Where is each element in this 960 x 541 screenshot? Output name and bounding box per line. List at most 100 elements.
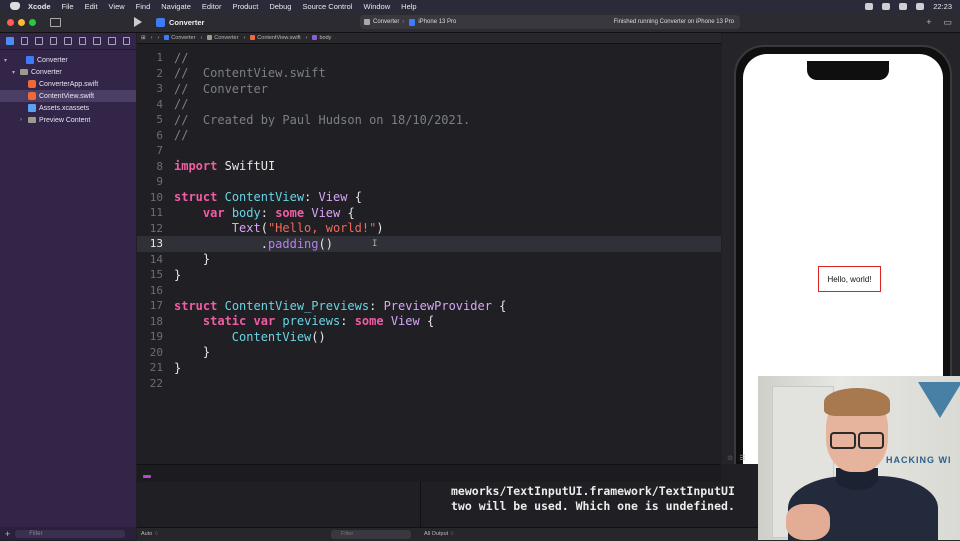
tree-item-assets[interactable]: Assets.xcassets [0,102,136,114]
report-tab-icon[interactable] [122,37,131,45]
scheme-name[interactable]: Converter [373,19,399,25]
code-line[interactable]: 20 } [137,345,721,361]
menu-help[interactable]: Help [401,2,416,11]
source-control-tab-icon[interactable] [20,37,29,45]
code-text[interactable]: var body: some View { [174,206,355,220]
run-button[interactable] [134,17,142,27]
breadcrumb-group[interactable]: Converter [207,35,238,41]
code-line[interactable]: 10 struct ContentView: View { [137,190,721,206]
apple-logo-icon[interactable] [10,2,20,10]
symbol-tab-icon[interactable] [35,37,43,45]
code-line[interactable]: 15} [137,267,721,283]
scheme-selector[interactable]: Converter › iPhone 13 Pro Finished runni… [360,15,740,29]
output-selector[interactable]: All Output ♢ [424,531,455,537]
menu-product[interactable]: Product [232,2,258,11]
code-text[interactable]: // [174,128,188,142]
code-line[interactable]: 4 // [137,97,721,113]
menu-view[interactable]: View [109,2,125,11]
add-file-icon[interactable]: + [5,529,10,539]
tree-item-group[interactable]: ▾ Converter [0,66,136,78]
control-center-icon[interactable] [899,2,908,10]
code-text[interactable]: struct ContentView: View { [174,190,362,204]
code-line[interactable]: 16 [137,283,721,299]
chevron-down-icon[interactable]: ▾ [12,69,20,76]
code-line[interactable]: 12 Text("Hello, world!") [137,221,721,237]
search-tab-icon[interactable] [49,37,58,45]
tree-item-preview-content[interactable]: › Preview Content [0,114,136,126]
moon-icon[interactable] [882,2,891,10]
code-text[interactable]: // Converter [174,82,268,96]
grid-icon[interactable]: ⊞ [141,35,146,41]
forward-icon[interactable]: › [157,35,159,41]
issue-tab-icon[interactable] [64,37,72,45]
code-line[interactable]: 1 // [137,50,721,66]
back-icon[interactable]: ‹ [151,35,153,41]
code-text[interactable]: Text("Hello, world!") [174,221,384,235]
code-line[interactable]: 7 [137,143,721,159]
code-line[interactable]: 3 // Converter [137,81,721,97]
menu-find[interactable]: Find [136,2,151,11]
code-text[interactable]: ContentView() [174,330,326,344]
code-line[interactable]: 11 var body: some View { [137,205,721,221]
code-line[interactable]: 17 struct ContentView_Previews: PreviewPr… [137,298,721,314]
zoom-window-button[interactable] [29,18,36,26]
test-tab-icon[interactable] [78,37,87,45]
auto-variables-selector[interactable]: Auto ♢ [141,531,159,537]
pin-icon[interactable]: ☆ [727,454,733,466]
sidebar-toggle-icon[interactable] [50,17,61,27]
wifi-icon[interactable] [916,2,925,10]
minimize-window-button[interactable] [18,18,25,26]
code-text[interactable]: // [174,97,188,111]
code-text[interactable]: // [174,51,188,65]
screen-record-icon[interactable] [865,2,874,10]
menu-navigate[interactable]: Navigate [161,2,191,11]
folder-tab-icon[interactable] [6,37,14,45]
code-text[interactable]: struct ContentView_Previews: PreviewProv… [174,299,506,313]
menu-app[interactable]: Xcode [28,2,51,11]
add-icon[interactable]: + [926,17,931,28]
menu-source-control[interactable]: Source Control [302,2,352,11]
variables-filter-input[interactable]: Filter [331,530,411,539]
menu-debug[interactable]: Debug [269,2,291,11]
code-line[interactable]: 18 static var previews: some View { [137,314,721,330]
code-text[interactable]: import SwiftUI [174,159,275,173]
list-icon[interactable]: ☰ [739,454,745,466]
code-line[interactable]: 13 .padding() I [137,236,721,252]
code-text[interactable]: .padding() [174,237,333,251]
code-line[interactable]: 2 // ContentView.swift [137,66,721,82]
code-text[interactable]: } [174,252,210,266]
menu-clock[interactable]: 22:23 [933,2,952,11]
code-editor[interactable]: ⊞ ‹ › Converter › Converter › ContentVie… [137,33,721,464]
code-line[interactable]: 22 [137,376,721,392]
code-line[interactable]: 8 import SwiftUI [137,159,721,175]
code-text[interactable]: static var previews: some View { [174,314,434,328]
navigator-filter-input[interactable]: Filter [15,529,126,538]
code-line[interactable]: 6 // [137,128,721,144]
code-line[interactable]: 21} [137,360,721,376]
close-window-button[interactable] [7,18,14,26]
code-text[interactable]: } [174,345,210,359]
breakpoint-tab-icon[interactable] [107,37,116,45]
tree-item-project[interactable]: ▾ Converter [0,54,136,66]
chevron-down-icon[interactable]: ▾ [4,57,12,64]
menu-editor[interactable]: Editor [202,2,222,11]
code-text[interactable]: } [174,361,181,375]
inspector-toggle-icon[interactable]: ▭ [943,17,952,28]
tree-item-file-selected[interactable]: ContentView.swift [0,90,136,102]
code-line[interactable]: 5 // Created by Paul Hudson on 18/10/2021… [137,112,721,128]
code-text[interactable]: } [174,268,181,282]
code-line[interactable]: 19 ContentView() [137,329,721,345]
menu-file[interactable]: File [62,2,74,11]
menu-window[interactable]: Window [363,2,390,11]
breadcrumb-symbol[interactable]: body [312,35,331,41]
debug-tab-icon[interactable] [93,37,101,45]
chevron-right-icon[interactable]: › [20,117,28,123]
code-text[interactable]: // ContentView.swift [174,66,326,80]
menu-edit[interactable]: Edit [85,2,98,11]
device-name[interactable]: iPhone 13 Pro [418,19,456,25]
tree-item-file[interactable]: ConverterApp.swift [0,78,136,90]
code-line[interactable]: 14 } [137,252,721,268]
code-line[interactable]: 9 [137,174,721,190]
preview-hello-text[interactable]: Hello, world! [818,266,881,292]
breadcrumb-project[interactable]: Converter [164,35,195,41]
